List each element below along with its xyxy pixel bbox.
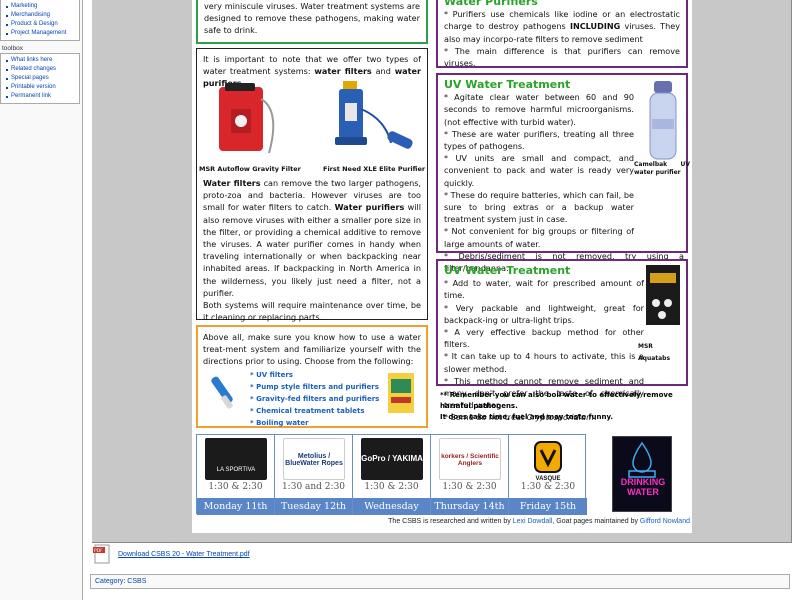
elite-purifier-caption: First Need XLE Elite Purifier	[323, 165, 426, 173]
sponsor-logo: LA SPORTIVA	[205, 438, 267, 480]
schedule-day-label: Wednesday 13th	[353, 498, 430, 529]
schedule-time: 1:30 and 2:30	[281, 482, 346, 492]
maintainer-link[interactable]: Gifford Nowland	[640, 518, 690, 525]
link-gravity-filters[interactable]: * Gravity-fed filters and purifiers	[250, 393, 379, 405]
toolbox-printable-version[interactable]: Printable version	[5, 83, 75, 92]
schedule-day: GoPro / YAKIMA 1:30 & 2:30 Wednesday 13t…	[353, 435, 431, 529]
schedule-time: 1:30 & 2:30	[520, 482, 576, 492]
sidebar-item-project-management[interactable]: Project Management	[5, 29, 75, 38]
vasque-logo-icon	[534, 441, 562, 473]
uv-bullet-3: * UV units are small and compact, and co…	[444, 153, 634, 188]
uv-bullet-4: * These do require batteries, which can …	[444, 189, 634, 225]
purifiers-bullet-2: * The main difference is that purifiers …	[444, 45, 680, 69]
faucet-icon	[628, 441, 656, 478]
credit-line: The CSBS is researched and written by Le…	[372, 518, 690, 525]
uv-pen-image	[211, 376, 233, 409]
toolbox-portlet: What links here Related changes Special …	[0, 53, 80, 104]
author-link[interactable]: Lexi Dowdall	[513, 518, 553, 525]
link-uv-filters[interactable]: * UV filters	[250, 369, 379, 381]
pdf-download-link[interactable]: Download CSBS 20 - Water Treatment.pdf	[118, 551, 250, 558]
schedule-day-label: Friday 15th	[509, 498, 587, 515]
credit-text-b: , Goat pages maintained by	[552, 518, 640, 525]
chem-bullet-3: * A very effective backup method for oth…	[444, 327, 644, 350]
uv-bullet-1: * Agitate clear water between 60 and 90 …	[444, 92, 634, 127]
schedule-day-label: Tuesday 12th	[275, 498, 352, 515]
chem-bullet-2: * Very packable and lightweight, great f…	[444, 302, 644, 325]
intro-green-box: very miniscule viruses. Water treatment …	[196, 0, 428, 44]
maintenance-note: Both systems will require maintenance ov…	[203, 300, 421, 323]
sidebar-item-marketing[interactable]: Marketing	[5, 2, 75, 11]
boil-line-1: ** Remember you can also boil water to e…	[440, 391, 673, 410]
gravity-filter-caption: MSR Autoflow Gravity Filter	[199, 165, 301, 173]
p1-bold: Water filters	[203, 178, 261, 188]
svg-text:PDF: PDF	[94, 548, 103, 554]
toolbox-what-links-here[interactable]: What links here	[5, 56, 75, 65]
schedule-day: korkers / Scientific Anglers 1:30 & 2:30…	[431, 435, 509, 515]
sponsor-logo: korkers / Scientific Anglers	[439, 438, 501, 480]
sidebar-item-product-design[interactable]: Product & Design	[5, 20, 75, 29]
elite-purifier-image	[335, 81, 413, 149]
camelbak-bottle-image	[649, 81, 677, 160]
chem-bullet-4: * It can take up to 4 hours to activate,…	[444, 351, 644, 374]
schedule-day: Metolius / BlueWater Ropes 1:30 and 2:30…	[275, 435, 353, 515]
link-pump-filters[interactable]: * Pump style filters and purifiers	[250, 381, 379, 393]
intro-and: and	[371, 66, 395, 77]
toolbox-related-changes[interactable]: Related changes	[5, 65, 75, 74]
intro-bold-filters: water filters	[314, 66, 372, 77]
gravity-filter-image	[219, 83, 275, 154]
schedule-time: 1:30 & 2:30	[442, 482, 497, 492]
uv-bullets: * Agitate clear water between 60 and 90 …	[444, 91, 634, 250]
sponsor-logo: VASQUE	[517, 438, 579, 482]
sidebar-item-merchandising[interactable]: Merchandising	[5, 11, 75, 20]
schedule-day: LA SPORTIVA 1:30 & 2:30 Monday 11th	[197, 435, 275, 515]
credit-text-a: The CSBS is researched and written by	[388, 518, 513, 525]
pdf-file-icon[interactable]: PDF	[92, 544, 112, 564]
p1-bold2: Water purifiers	[334, 202, 405, 213]
schedule-day-label: Thursday 14th	[431, 498, 508, 515]
navigation-portlet: Marketing Merchandising Product & Design…	[0, 0, 80, 41]
category-bar: Category: CSBS	[90, 574, 790, 589]
method-links: * UV filters * Pump style filters and pu…	[250, 369, 379, 429]
tablets-package-image	[388, 373, 414, 413]
drinking-water-poster: DRINKING WATER	[612, 436, 672, 512]
filters-purifiers-box: It is important to note that we offer tw…	[196, 48, 428, 323]
document-page: very miniscule viruses. Water treatment …	[192, 0, 692, 533]
schedule-day: VASQUE 1:30 & 2:30 Friday 15th	[509, 435, 587, 515]
link-chemical-tablets[interactable]: * Chemical treatment tablets	[250, 405, 379, 417]
chemical-treatment-box: UV Water Treatment * Add to water, wait …	[436, 259, 688, 422]
toolbox-title: toolbox	[2, 45, 23, 52]
purifiers-bullet-1: * Purifiers use chemicals like iodine or…	[444, 8, 680, 45]
intro-text: very miniscule viruses. Water treatment …	[204, 1, 420, 36]
p1-rest2: will also remove viruses with either a s…	[203, 202, 421, 298]
purifiers-title: Water Purifiers	[444, 0, 538, 8]
choose-method-box: Above all, make sure you know how to use…	[196, 325, 428, 428]
sponsor-logo: Metolius / BlueWater Ropes	[283, 438, 345, 480]
purifiers-b1-bold: INCLUDING	[569, 21, 621, 32]
aquatabs-caption: MSR Aquatabs	[638, 343, 671, 363]
boil-line-2: It does take time, fuel and may taste fu…	[440, 413, 614, 421]
sidebar: Marketing Merchandising Product & Design…	[0, 0, 82, 600]
boil-water-note: ** Remember you can also boil water to e…	[440, 390, 690, 423]
category-label-link[interactable]: Category	[95, 578, 123, 585]
water-purifiers-box: Water Purifiers * Purifiers use chemical…	[436, 0, 688, 68]
filters-explanation: Water filters can remove the two larger …	[203, 177, 421, 323]
drinking-water-text: DRINKING WATER	[620, 477, 666, 497]
chem-bullet-1: * Add to water, wait for prescribed amou…	[444, 278, 644, 301]
sponsor-logo: GoPro / YAKIMA	[361, 438, 423, 480]
schedule-day-label: Monday 11th	[197, 498, 274, 515]
uv-bullet-5: * Not convenient for big groups or filte…	[444, 226, 634, 249]
schedule-time: 1:30 & 2:30	[364, 482, 419, 492]
aquatabs-image	[646, 265, 680, 325]
camelbak-caption: Camelbak UV water purifier	[634, 161, 690, 176]
schedule-time: 1:30 & 2:30	[208, 482, 263, 492]
link-boiling-water[interactable]: * Boiling water	[250, 417, 379, 429]
uv-treatment-box: UV Water Treatment * Agitate clear water…	[436, 73, 690, 273]
demo-schedule: LA SPORTIVA 1:30 & 2:30 Monday 11th Meto…	[196, 434, 587, 529]
category-value-link[interactable]: CSBS	[127, 578, 146, 585]
uv-bullet-2: * These are water purifiers, treating al…	[444, 128, 634, 152]
toolbox-special-pages[interactable]: Special pages	[5, 74, 75, 83]
choose-method-text: Above all, make sure you know how to use…	[203, 332, 421, 367]
toolbox-permanent-link[interactable]: Permanent link	[5, 92, 75, 101]
